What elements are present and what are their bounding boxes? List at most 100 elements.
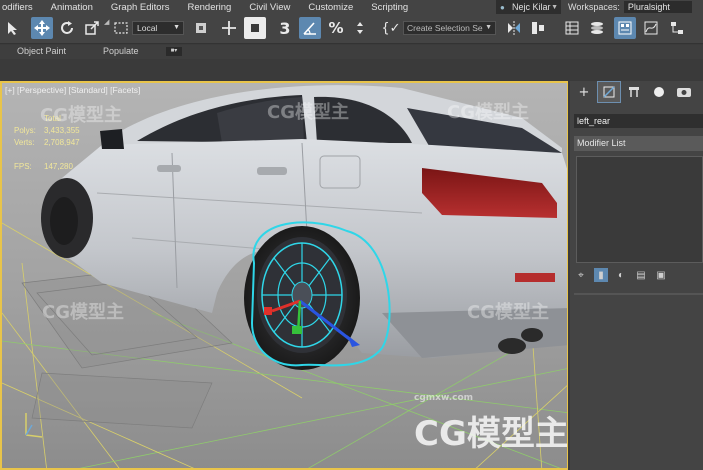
watermark-logo: CG模型主	[467, 302, 549, 323]
region-select-icon	[114, 22, 128, 34]
align-button[interactable]	[527, 17, 549, 39]
modifier-list-dropdown[interactable]: Modifier List	[574, 136, 703, 151]
modifier-stack[interactable]	[576, 156, 703, 263]
ribbon-tab-populate[interactable]: Populate	[103, 46, 139, 56]
mirror-button[interactable]	[503, 17, 525, 39]
select-arrow-icon	[8, 22, 17, 35]
toggle-scene-explorer-button[interactable]	[561, 17, 583, 39]
chevron-down-icon: ▼	[485, 24, 492, 31]
display-tab-icon[interactable]	[673, 82, 695, 102]
move-icon	[34, 20, 50, 36]
panel-divider	[574, 293, 703, 295]
ribbon-tabs: Object Paint Populate ■▾	[0, 45, 703, 59]
select-scale-button[interactable]	[81, 17, 103, 39]
perspective-viewport[interactable]: [+] [Perspective] [Standard] [Facets] To…	[0, 81, 568, 470]
percent-snap-button[interactable]: %	[325, 17, 347, 39]
create-tab-plus-icon[interactable]: +	[573, 82, 595, 102]
reference-coordinate-value: Local	[137, 23, 158, 33]
menu-item-graph-editors[interactable]: Graph Editors	[102, 2, 179, 13]
menu-item-civil-view[interactable]: Civil View	[240, 2, 299, 13]
rotate-icon	[61, 21, 73, 34]
configure-modifier-sets-icon[interactable]: ▣	[654, 268, 668, 282]
snap-3d-icon: 3	[279, 18, 291, 38]
exhaust-pipe	[521, 328, 543, 342]
region-select-button[interactable]	[110, 17, 132, 39]
menu-item-rendering[interactable]: Rendering	[179, 2, 241, 13]
mirror-icon	[508, 21, 520, 35]
selection-set-placeholder: Create Selection Se	[407, 23, 483, 33]
selection-set-dropdown[interactable]: Create Selection Se ▼	[403, 21, 496, 35]
watermark-logo: CG模型主	[267, 102, 349, 123]
schematic-view-icon	[671, 22, 683, 34]
menu-item-animation[interactable]: Animation	[42, 2, 102, 13]
watermark-url: cgmxw.com	[414, 393, 474, 403]
command-panel: + left_rear Modifier List ⌖ ▮ ◐ ▤ ▣	[570, 81, 703, 470]
curve-editor-icon	[644, 21, 658, 35]
watermark-logo: CG模型主	[40, 105, 122, 126]
edit-named-selection-button[interactable]: {✓	[380, 17, 402, 39]
show-end-result-icon[interactable]: ▮	[594, 268, 608, 282]
motion-tab-icon[interactable]	[648, 82, 670, 102]
menu-item-customize[interactable]: Customize	[299, 2, 362, 13]
toggle-ribbon-button[interactable]	[614, 17, 636, 39]
select-object-button[interactable]	[2, 17, 24, 39]
toggle-layer-explorer-button[interactable]	[586, 17, 608, 39]
percent-snap-icon: %	[328, 18, 344, 37]
watermark-logo: CG模型主	[42, 302, 124, 323]
ribbon-icon	[618, 21, 632, 35]
main-toolbar: ◢ Local ▼ 3 % {✓ Create Selection Se ▼	[0, 14, 703, 44]
pivot-icon	[196, 23, 206, 33]
angle-snap-icon	[303, 22, 316, 35]
watermark-logo: CG模型主	[447, 102, 529, 123]
spinner-snap-button[interactable]	[349, 17, 371, 39]
hierarchy-icon	[629, 87, 639, 97]
motion-icon	[654, 87, 664, 97]
hierarchy-tab-icon[interactable]	[623, 82, 645, 102]
manipulate-icon	[222, 21, 236, 35]
command-panel-tabs: +	[570, 81, 703, 103]
watermark-logo: CG模型主	[414, 414, 568, 454]
select-move-button[interactable]	[31, 17, 53, 39]
keyboard-override-icon	[251, 24, 259, 32]
use-pivot-center-button[interactable]	[190, 17, 212, 39]
curve-editor-button[interactable]	[640, 17, 662, 39]
modify-tab-icon[interactable]	[597, 81, 621, 103]
keyboard-shortcut-override-button[interactable]	[244, 17, 266, 39]
ribbon-panel-area	[0, 59, 703, 81]
workspaces-selector: Workspaces: Pluralsight	[568, 0, 692, 14]
align-icon	[532, 22, 544, 34]
named-selection-braces-icon: {✓	[381, 20, 401, 36]
snap-toggle-button[interactable]: 3	[274, 17, 296, 39]
spinner-snap-icon	[357, 22, 363, 34]
select-rotate-button[interactable]	[56, 17, 78, 39]
menu-item-scripting[interactable]: Scripting	[362, 2, 417, 13]
modifier-stack-tools: ⌖ ▮ ◐ ▤ ▣	[574, 267, 703, 283]
schematic-view-button[interactable]	[666, 17, 688, 39]
pin-stack-icon[interactable]: ⌖	[574, 268, 588, 282]
remove-modifier-icon[interactable]: ▤	[634, 268, 648, 282]
workspaces-label: Workspaces:	[568, 2, 620, 12]
menu-item-modifiers[interactable]: odifiers	[0, 2, 42, 13]
scene-explorer-icon	[565, 21, 579, 35]
scale-icon	[85, 21, 99, 35]
stats-verts-value: 2,708,947	[44, 138, 80, 147]
modify-icon	[603, 86, 615, 98]
select-manipulate-button[interactable]	[218, 17, 240, 39]
chevron-down-icon: ▼	[173, 24, 180, 31]
object-name-field[interactable]: left_rear	[574, 114, 703, 128]
stats-fps-label: FPS:	[14, 162, 32, 171]
front-door-handle	[157, 165, 181, 172]
workspaces-dropdown[interactable]: Pluralsight	[623, 1, 692, 13]
ribbon-tab-object-paint[interactable]: Object Paint	[17, 46, 66, 56]
viewport-label-menu[interactable]: [+] [Perspective] [Standard] [Facets]	[5, 85, 140, 95]
exhaust-pipe	[498, 338, 526, 354]
angle-snap-button[interactable]	[299, 17, 321, 39]
side-marker-light	[515, 273, 555, 282]
user-account-dropdown[interactable]: ● Nejc Kilar ▼	[496, 0, 561, 14]
ribbon-options-icon[interactable]: ■▾	[166, 47, 182, 56]
rear-door-handle	[257, 167, 287, 175]
reference-coordinate-dropdown[interactable]: Local ▼	[132, 21, 184, 35]
menu-bar: odifiers Animation Graph Editors Renderi…	[0, 0, 703, 14]
make-unique-icon[interactable]: ◐	[614, 268, 628, 282]
main-menu: odifiers Animation Graph Editors Renderi…	[0, 0, 417, 14]
